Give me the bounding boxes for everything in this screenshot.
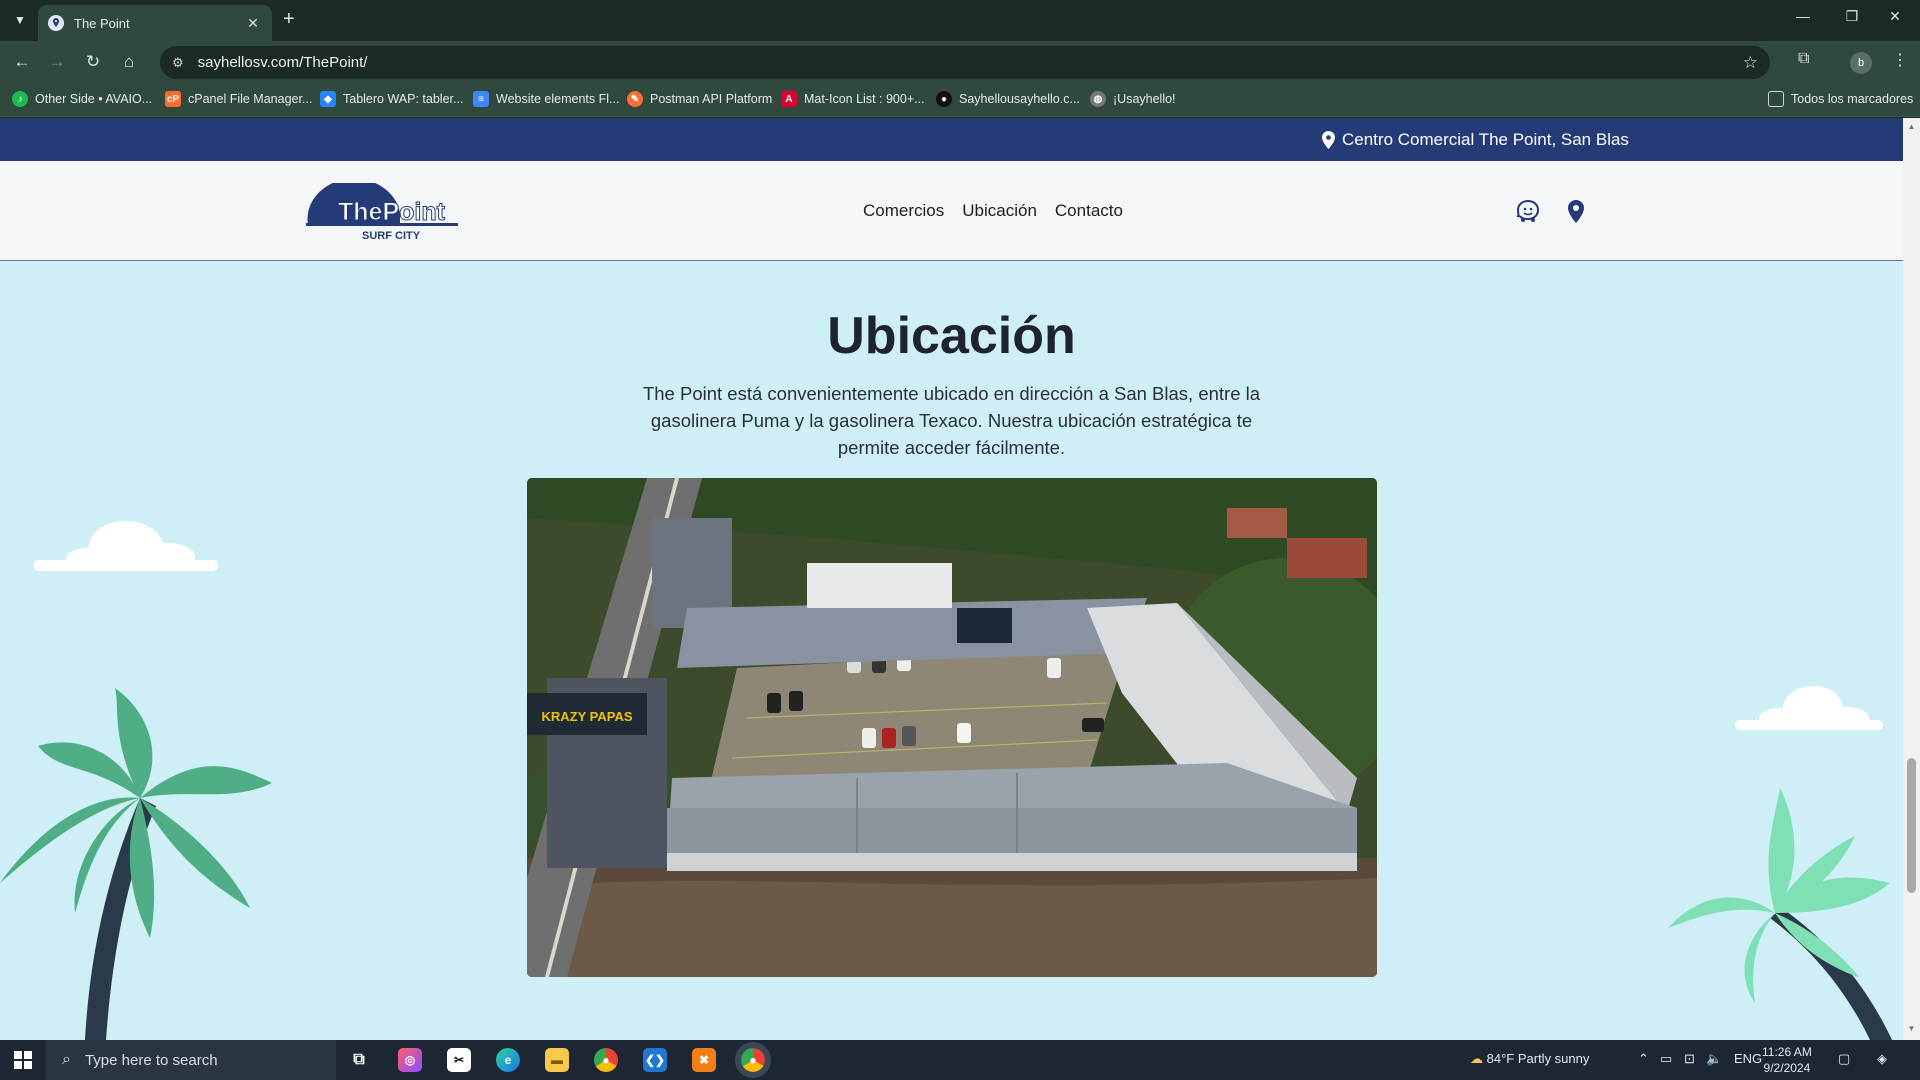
url-text[interactable]: sayhellosv.com/ThePoint/ [198, 54, 368, 71]
map-pin-icon[interactable] [1562, 197, 1590, 225]
search-icon: ⌕ [62, 1051, 71, 1068]
cloud-decoration [1735, 686, 1883, 730]
windows-logo-icon [14, 1051, 32, 1069]
jira-icon: ◆ [320, 91, 336, 107]
chrome-icon[interactable]: ● [594, 1048, 618, 1072]
bookmark-item[interactable]: ◍ ¡Usayhello! [1090, 91, 1176, 107]
location-pin-icon [48, 15, 64, 31]
restore-icon[interactable]: ❐ [1829, 8, 1875, 25]
site-header: ThePoint SURF CITY Comercios Ubicación C… [0, 161, 1903, 261]
bookmark-item[interactable]: ♪ Other Side • AVAIO... [12, 91, 152, 107]
bookmark-item[interactable]: ✎ Postman API Platform [627, 91, 772, 107]
bookmark-star-icon[interactable]: ☆ [1743, 53, 1758, 73]
sayhello-icon: ● [936, 91, 952, 107]
meet-now-icon[interactable]: ▭ [1660, 1051, 1672, 1067]
logo-subtitle: SURF CITY [362, 230, 421, 242]
taskbar-search-placeholder: Type here to search [84, 1051, 218, 1069]
palm-tree-decoration [1668, 788, 1892, 1040]
topbar-location-link[interactable]: Centro Comercial The Point, San Blas [1322, 130, 1629, 150]
profile-avatar[interactable]: b [1850, 52, 1872, 74]
start-button[interactable] [0, 1040, 46, 1080]
bookmark-item[interactable]: ≡ Website elements Fl... [473, 91, 619, 107]
site-info-icon[interactable]: ⚙ [172, 55, 184, 71]
page-scrollbar[interactable]: ▲ ▼ [1903, 118, 1920, 1040]
system-clock[interactable]: 11:26 AM 9/2/2024 [1762, 1044, 1812, 1076]
windows-taskbar: ⌕ Type here to search ⧉ ◎ ✂ e ▬ ● ❮❯ ✖ ●… [0, 1040, 1920, 1080]
weather-text: 84°F Partly sunny [1486, 1051, 1590, 1066]
location-pin-icon [1322, 131, 1335, 149]
logo-wordmark: ThePoint [338, 198, 446, 226]
clock-date: 9/2/2024 [1763, 1061, 1811, 1075]
page-viewport: Centro Comercial The Point, San Blas The… [0, 118, 1903, 1040]
globe-icon: ◍ [1090, 91, 1106, 107]
home-icon[interactable]: ⌂ [117, 50, 141, 74]
billboard-text: KRAZY PAPAS [541, 709, 632, 724]
copilot-icon[interactable]: ◈ [1877, 1051, 1887, 1067]
all-bookmarks-folder[interactable]: Todos los marcadores [1768, 91, 1913, 107]
notifications-icon[interactable]: ▢ [1838, 1051, 1850, 1067]
waze-icon[interactable] [1514, 197, 1542, 225]
back-arrow-icon[interactable]: ← [10, 50, 34, 74]
file-explorer-icon[interactable]: ▬ [545, 1048, 569, 1072]
minimize-icon[interactable]: — [1780, 8, 1826, 24]
bookmark-item[interactable]: ● Sayhellousayhello.c... [936, 91, 1080, 107]
language-indicator[interactable]: ENG [1734, 1051, 1762, 1066]
top-location-bar: Centro Comercial The Point, San Blas [0, 118, 1903, 161]
postman-icon: ✎ [627, 91, 643, 107]
cloud-decoration [34, 521, 218, 571]
tab-strip: ▼ The Point ✕ + — ❐ ✕ [0, 0, 1920, 41]
nav-link-comercios[interactable]: Comercios [863, 201, 944, 221]
weather-widget[interactable]: ☁ 84°F Partly sunny [1470, 1051, 1589, 1067]
browser-tab[interactable]: The Point ✕ [38, 5, 272, 41]
browser-toolbar: ← → ↻ ⌂ ⚙ sayhellosv.com/ThePoint/ ☆ ⧉ b… [0, 41, 1920, 83]
scroll-down-arrow-icon[interactable]: ▼ [1907, 1024, 1916, 1033]
main-nav: Comercios Ubicación Contacto [863, 201, 1123, 221]
partly-sunny-icon: ☁ [1470, 1051, 1483, 1066]
more-menu-icon[interactable]: ⋮ [1892, 50, 1908, 70]
forward-arrow-icon[interactable]: → [45, 50, 69, 74]
edge-icon[interactable]: e [496, 1048, 520, 1072]
clock-time: 11:26 AM [1762, 1045, 1812, 1059]
bookmarks-bar: ♪ Other Side • AVAIO... cP cPanel File Man… [0, 83, 1920, 117]
bookmark-item[interactable]: cP cPanel File Manager... [165, 91, 312, 107]
address-bar[interactable]: ⚙ sayhellosv.com/ThePoint/ ☆ [160, 46, 1770, 79]
nav-link-contacto[interactable]: Contacto [1055, 201, 1123, 221]
network-icon[interactable]: ⊡ [1684, 1051, 1695, 1067]
extensions-icon[interactable]: ⧉ [1798, 50, 1809, 68]
section-title: Ubicación [827, 307, 1076, 365]
reload-icon[interactable]: ↻ [81, 50, 105, 74]
docs-icon: ≡ [473, 91, 489, 107]
taskbar-search[interactable]: ⌕ Type here to search [46, 1040, 336, 1080]
section-description: The Point está convenientemente ubicado … [642, 383, 1261, 458]
folder-icon [1768, 91, 1784, 107]
tab-title: The Point [74, 15, 130, 31]
tray-overflow-chevron-icon[interactable]: ⌃ [1638, 1051, 1649, 1067]
task-view-icon[interactable]: ⧉ [347, 1048, 371, 1072]
close-window-icon[interactable]: ✕ [1872, 8, 1918, 25]
spotify-icon: ♪ [12, 91, 28, 107]
xampp-icon[interactable]: ✖ [692, 1048, 716, 1072]
angular-icon: A [781, 91, 797, 107]
nav-link-ubicacion[interactable]: Ubicación [962, 201, 1037, 221]
aerial-photo: KRAZY PAPAS [527, 478, 1377, 977]
bookmark-item[interactable]: ◆ Tablero WAP: tabler... [320, 91, 463, 107]
chrome-active-icon[interactable]: ● [735, 1042, 771, 1078]
cpanel-icon: cP [165, 91, 181, 107]
scrollbar-thumb[interactable] [1907, 758, 1916, 893]
palm-tree-decoration [0, 688, 272, 1040]
the-point-logo[interactable]: ThePoint SURF CITY [302, 183, 458, 243]
creative-cloud-icon[interactable]: ◎ [398, 1048, 422, 1072]
topbar-location-text: Centro Comercial The Point, San Blas [1342, 130, 1629, 149]
bookmark-item[interactable]: A Mat-Icon List : 900+... [781, 91, 925, 107]
volume-icon[interactable]: 🔈 [1706, 1051, 1722, 1067]
tab-close-icon[interactable]: ✕ [244, 15, 262, 32]
tab-search-chevron-icon[interactable]: ▼ [8, 8, 32, 32]
scroll-up-arrow-icon[interactable]: ▲ [1907, 122, 1916, 131]
new-tab-plus-icon[interactable]: + [283, 9, 295, 29]
vscode-icon[interactable]: ❮❯ [643, 1048, 667, 1072]
capcut-icon[interactable]: ✂ [447, 1048, 471, 1072]
